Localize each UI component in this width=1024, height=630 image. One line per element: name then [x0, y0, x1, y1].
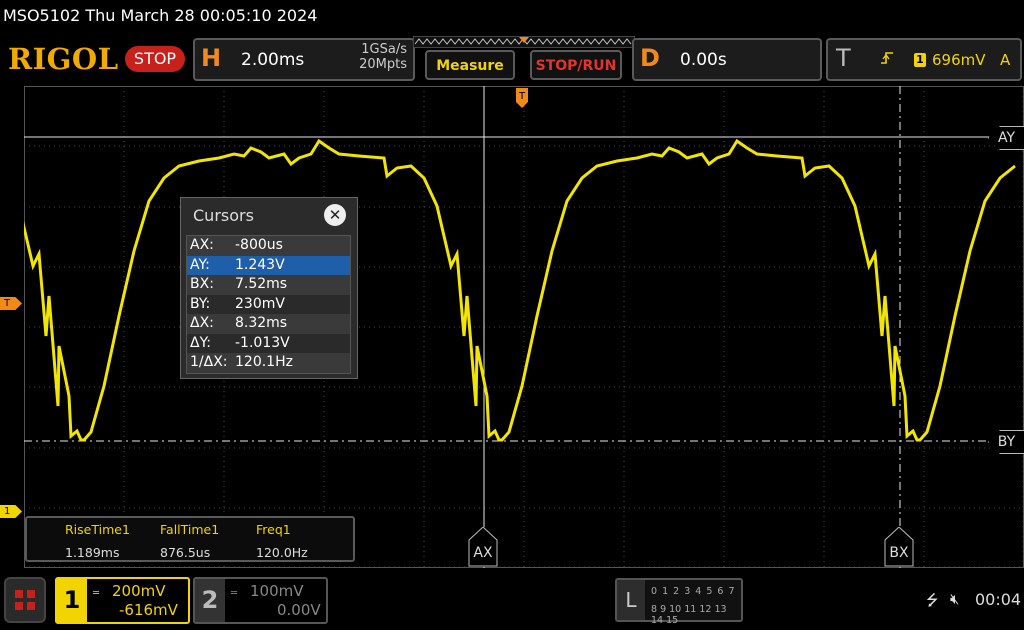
ch2-scale: 100mV	[250, 582, 304, 600]
cursor-value: 7.52ms	[235, 276, 288, 292]
measurement-item[interactable]: RiseTime1 1.189ms	[65, 522, 155, 560]
delay-value: 0.00s	[680, 50, 727, 70]
close-icon[interactable]: ✕	[324, 204, 346, 226]
cursor-value: -800us	[235, 237, 283, 253]
cursor-row-dx: ΔX: 8.32ms	[187, 314, 350, 334]
cursor-key: AY:	[190, 256, 210, 273]
cursor-key: AX:	[190, 237, 214, 253]
measurement-value: 876.5us	[160, 545, 211, 560]
ch1-panel[interactable]: 1 ═ 200mV -616mV	[55, 577, 190, 624]
svg-text:T: T	[518, 91, 526, 102]
logic-analyzer-panel[interactable]: L 0 1 2 3 4 5 6 7 8 9 10 11 12 13 14 15	[615, 578, 743, 626]
trigger-level-marker[interactable]: T	[0, 297, 22, 310]
ch1-ground-marker[interactable]: 1	[0, 505, 22, 518]
graticule	[24, 86, 1024, 568]
horizontal-letter: H	[201, 44, 222, 72]
trigger-level: 696mV	[932, 51, 986, 69]
rising-edge-icon	[881, 52, 893, 64]
usb-icon: ⭍	[926, 591, 939, 609]
cursors-dialog[interactable]: Cursors ✕ AX: -800us AY: 1.243V BX: 7.52ms …	[180, 197, 358, 379]
cursor-key: BX:	[190, 276, 214, 292]
cursors-dialog-title: Cursors	[193, 206, 254, 225]
grid-menu-icon	[15, 590, 35, 610]
dc-coupling-icon: ═	[231, 588, 238, 599]
logic-analyzer-letter: L	[617, 580, 645, 620]
measurement-item[interactable]: Freq1 120.0Hz	[256, 522, 346, 560]
ch2-offset: 0.00V	[277, 601, 321, 619]
cursor-key: 1/ΔX:	[190, 354, 228, 370]
cursor-value: 8.32ms	[235, 315, 288, 331]
dc-coupling-icon: ═	[93, 588, 100, 599]
cursor-row-dy: ΔY: -1.013V	[187, 333, 350, 353]
clock: 00:04	[975, 590, 1022, 609]
trigger-panel[interactable]: T 1 696mV A	[826, 38, 1022, 81]
cursor-row-bx[interactable]: BX: 7.52ms	[187, 275, 350, 295]
rigol-logo: RIGOL	[8, 42, 119, 76]
ch2-number: 2	[195, 579, 225, 622]
main-menu-button[interactable]	[4, 577, 46, 623]
measurement-name: FallTime1	[160, 522, 220, 537]
digital-channels-row2: 8 9 10 11 12 13 14 15	[651, 604, 727, 626]
ch1-scale: 200mV	[112, 582, 166, 600]
ch1-number: 1	[57, 579, 87, 622]
waveform-position-strip	[413, 36, 635, 48]
cursor-bx-label: BX	[889, 545, 909, 561]
window-title: MSO5102 Thu March 28 00:05:10 2024	[3, 6, 318, 25]
cursor-row-by[interactable]: BY: 230mV	[187, 294, 350, 314]
acquisition-info: 1GSa/s 20Mpts	[315, 42, 407, 72]
cursor-readout-table: AX: -800us AY: 1.243V BX: 7.52ms BY: 230mV Δ…	[186, 235, 351, 374]
cursor-value: 1.243V	[235, 256, 285, 273]
run-state-badge: STOP	[125, 46, 185, 72]
stop-run-button[interactable]: STOP/RUN	[530, 50, 622, 80]
delay-panel[interactable]: D 0.00s	[632, 38, 822, 81]
memory-depth: 20Mpts	[359, 57, 407, 72]
cursor-bx-tag[interactable]: BX	[884, 527, 914, 567]
sample-rate: 1GSa/s	[361, 42, 407, 57]
measure-button[interactable]: Measure	[425, 50, 515, 80]
cursor-value: 230mV	[235, 295, 285, 312]
cursor-row-ax[interactable]: AX: -800us	[187, 236, 350, 256]
ch1-offset: -616mV	[119, 601, 178, 619]
cursor-ax-label: AX	[473, 545, 493, 561]
speaker-muted-icon[interactable]: 🔇︎	[950, 590, 959, 608]
measurement-name: Freq1	[256, 522, 291, 537]
cursor-ax-tag[interactable]: AX	[468, 527, 498, 567]
cursor-value: -1.013V	[235, 334, 290, 351]
cursor-row-ay[interactable]: AY: 1.243V	[187, 255, 350, 275]
cursor-row-inv-dx: 1/ΔX: 120.1Hz	[187, 353, 350, 373]
cursor-key: ΔY:	[190, 334, 211, 351]
trigger-source: 1	[914, 53, 926, 67]
measurement-value: 120.0Hz	[256, 545, 308, 560]
timebase-value: 2.00ms	[241, 50, 305, 70]
trigger-letter: T	[836, 44, 851, 72]
measurement-item[interactable]: FallTime1 876.5us	[160, 522, 250, 560]
trigger-mode: A	[1000, 51, 1011, 69]
trigger-position-marker: T	[516, 88, 528, 108]
cursor-key: BY:	[190, 295, 211, 312]
digital-channels-row1: 0 1 2 3 4 5 6 7	[651, 586, 736, 597]
ch1-waveform	[24, 138, 1016, 442]
ch2-panel[interactable]: 2 ═ 100mV 0.00V	[193, 577, 328, 624]
measurement-value: 1.189ms	[65, 545, 120, 560]
delay-letter: D	[640, 44, 660, 72]
cursor-key: ΔX:	[190, 315, 214, 331]
cursor-value: 120.1Hz	[235, 354, 293, 370]
horizontal-panel[interactable]: H 2.00ms 1GSa/s 20Mpts	[193, 38, 415, 81]
measurement-panel[interactable]: RiseTime1 1.189ms FallTime1 876.5us Freq…	[25, 516, 355, 562]
waveform-display[interactable]: T	[24, 86, 1024, 568]
measurement-name: RiseTime1	[65, 522, 130, 537]
